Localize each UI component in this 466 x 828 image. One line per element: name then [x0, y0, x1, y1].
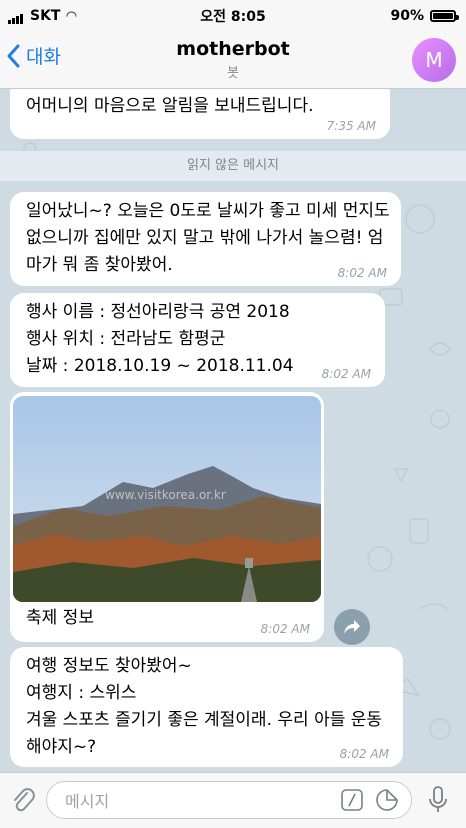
share-arrow-icon	[344, 620, 360, 634]
battery-percent: 90%	[390, 8, 424, 24]
chat-area[interactable]: 어머니의 마음으로 알림을 보내드립니다. 7:35 AM 읽지 않은 메시지 …	[0, 89, 466, 772]
command-slash-icon[interactable]	[341, 789, 363, 811]
message-line: 여행지 : 스위스	[26, 683, 137, 703]
message-line: 여행 정보도 찾아봤어~	[26, 656, 192, 676]
chat-header: 대화 motherbot 봇 M	[0, 32, 466, 89]
microphone-icon[interactable]	[428, 785, 448, 815]
status-bar: SKT ◠ 오전 8:05 90%	[0, 0, 466, 32]
message-text: 어머니의 마음으로 알림을 보내드립니다.	[26, 96, 314, 116]
message-time: 8:02 AM	[337, 266, 387, 280]
message-time: 8:02 AM	[339, 747, 389, 761]
message-line: 행사 이름 : 정선아리랑극 공연 2018	[26, 302, 290, 322]
paperclip-icon[interactable]	[10, 785, 36, 815]
message-line: 날짜 : 2018.10.19 ~ 2018.11.04	[26, 356, 294, 376]
message-bubble: 어머니의 마음으로 알림을 보내드립니다. 7:35 AM	[10, 89, 390, 139]
festival-photo[interactable]: www.visitkorea.or.kr	[13, 396, 321, 602]
status-right: 90%	[390, 8, 466, 24]
carrier-label: SKT	[30, 8, 61, 24]
chat-title[interactable]: motherbot	[0, 38, 466, 60]
message-bubble: 여행 정보도 찾아봤어~ 여행지 : 스위스 겨울 스포츠 즐기기 좋은 계절이…	[10, 647, 403, 767]
message-field[interactable]	[46, 781, 412, 819]
status-left: SKT ◠	[0, 8, 76, 24]
photo-watermark: www.visitkorea.or.kr	[105, 488, 226, 502]
share-button[interactable]	[334, 609, 370, 645]
wifi-icon: ◠	[66, 8, 77, 24]
battery-icon	[430, 10, 459, 22]
message-bubble: 일어났니~? 오늘은 0도로 날씨가 좋고 미세 먼지도 없으니까 집에만 있지…	[10, 192, 401, 286]
message-line: 행사 위치 : 전라남도 함평군	[26, 329, 226, 349]
unread-divider: 읽지 않은 메시지	[0, 151, 466, 181]
message-time: 7:35 AM	[326, 119, 376, 133]
signal-icon	[8, 8, 24, 24]
chat-subtitle: 봇	[227, 66, 239, 81]
message-input-bar	[0, 772, 466, 828]
message-line: 겨울 스포츠 즐기기 좋은 계절이래. 우리 아들 운동 해야지~?	[26, 710, 383, 757]
message-bubble: 행사 이름 : 정선아리랑극 공연 2018 행사 위치 : 전라남도 함평군 …	[10, 293, 385, 387]
sticker-icon[interactable]	[375, 788, 399, 812]
message-input[interactable]	[63, 788, 327, 814]
photo-caption: 축제 정보	[26, 608, 94, 628]
message-time: 8:02 AM	[260, 622, 310, 636]
avatar-letter: M	[425, 48, 443, 72]
message-time: 8:02 AM	[321, 367, 371, 381]
avatar[interactable]: M	[412, 38, 456, 82]
